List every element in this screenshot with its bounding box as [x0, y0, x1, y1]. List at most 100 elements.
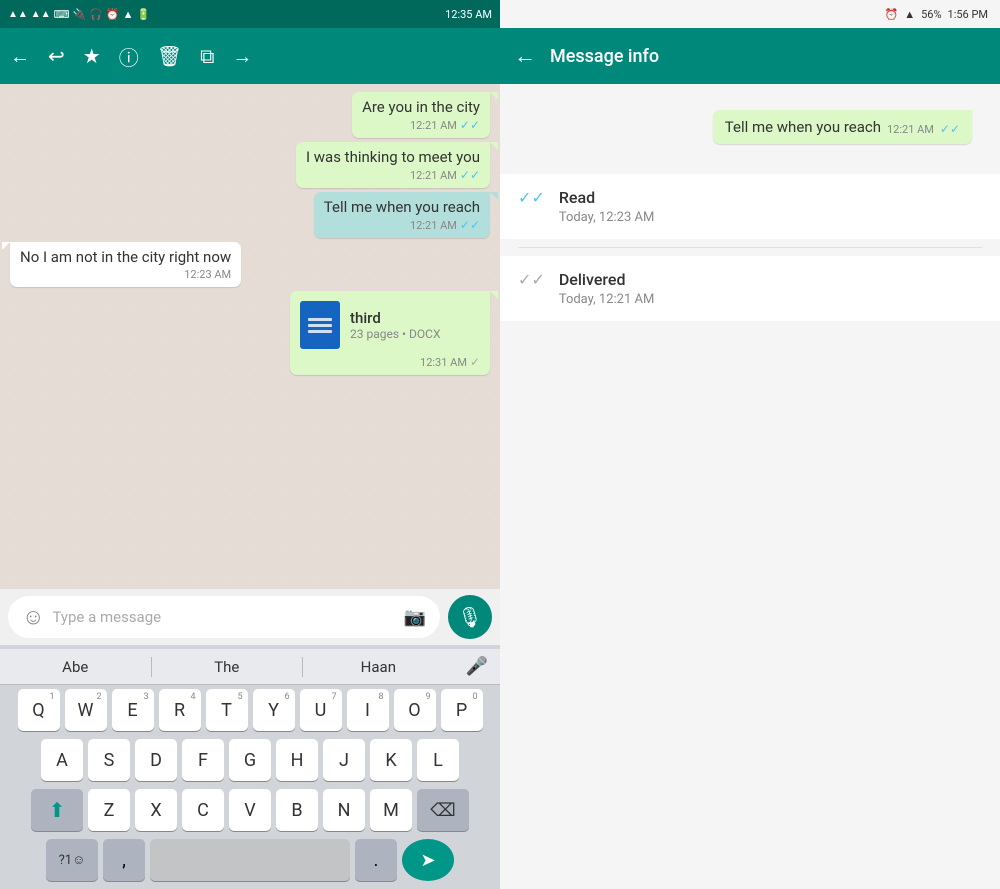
key-V[interactable]: V [229, 789, 271, 831]
key-P[interactable]: 0P [441, 689, 483, 731]
comma-key[interactable]: , [103, 839, 145, 881]
copy-button[interactable]: ⧉ [200, 44, 214, 68]
key-H[interactable]: H [276, 739, 318, 781]
status-bar-right: 12:35 AM [445, 8, 492, 21]
key-T[interactable]: 5T [206, 689, 248, 731]
message-input-field[interactable]: ☺ Type a message 📷 [8, 596, 440, 638]
keyboard-mic-icon[interactable]: 🎤 [454, 656, 500, 677]
shift-key[interactable]: ⬆ [31, 789, 83, 831]
key-num: 7 [331, 692, 336, 702]
key-O[interactable]: 9O [394, 689, 436, 731]
preview-text: Tell me when you reach [725, 118, 881, 136]
reply-button[interactable]: ↩ [48, 44, 65, 68]
tick-icon: ✓✓ [460, 168, 480, 182]
suggestion-the[interactable]: The [152, 658, 303, 676]
preview-time: 12:21 AM [887, 123, 934, 136]
message-meta: 12:21 AM ✓✓ [362, 118, 480, 132]
key-Y[interactable]: 6Y [253, 689, 295, 731]
message-meta: 12:21 AM ✓✓ [324, 218, 480, 232]
sym-key[interactable]: ?1☺ [46, 839, 98, 881]
right-time: 1:56 PM [948, 8, 988, 21]
delete-button[interactable]: 🗑 [157, 44, 182, 68]
right-wifi-icon: ▲ [904, 8, 915, 21]
key-Z[interactable]: Z [88, 789, 130, 831]
right-battery-text: 56% [921, 8, 941, 21]
doc-info: third 23 pages • DOCX [350, 309, 480, 341]
doc-icon-lines [308, 318, 332, 333]
key-E[interactable]: 3E [112, 689, 154, 731]
key-num: 6 [284, 692, 289, 702]
message-text: No I am not in the city right now [20, 248, 231, 266]
key-M[interactable]: M [370, 789, 412, 831]
message-bubble-sent-3: Tell me when you reach 12:21 AM ✓✓ [314, 192, 490, 238]
message-time: 12:31 AM [420, 356, 467, 369]
key-G[interactable]: G [229, 739, 271, 781]
chat-messages: Are you in the city 12:21 AM ✓✓ I was th… [0, 84, 500, 589]
doc-line [308, 324, 332, 327]
suggestion-haan[interactable]: Haan [303, 658, 454, 676]
forward-button[interactable]: → [232, 44, 252, 69]
delivered-sub: Today, 12:21 AM [559, 292, 655, 307]
chat-action-bar: ← ↩ ★ ⓘ 🗑 ⧉ → [0, 28, 500, 84]
key-L[interactable]: L [417, 739, 459, 781]
delete-key[interactable]: ⌫ [417, 789, 469, 831]
key-J[interactable]: J [323, 739, 365, 781]
message-info-action-bar: ← Message info [500, 28, 1000, 84]
dot-key[interactable]: . [355, 839, 397, 881]
camera-icon[interactable]: 📷 [404, 607, 426, 628]
doc-type: DOCX [409, 327, 440, 341]
key-K[interactable]: K [370, 739, 412, 781]
key-I[interactable]: 8I [347, 689, 389, 731]
back-button[interactable]: ← [10, 44, 30, 69]
key-N[interactable]: N [323, 789, 365, 831]
message-info-back-button[interactable]: ← [514, 43, 536, 69]
star-button[interactable]: ★ [83, 44, 101, 68]
key-B[interactable]: B [276, 789, 318, 831]
message-meta: 12:23 AM [20, 268, 231, 281]
key-C[interactable]: C [182, 789, 224, 831]
left-status-bar: ▲▲ ▲▲ ⌨ 🔌 🎧 ⏰ ▲ 🔋 12:35 AM [0, 0, 500, 28]
key-R[interactable]: 4R [159, 689, 201, 731]
key-A[interactable]: A [41, 739, 83, 781]
key-D[interactable]: D [135, 739, 177, 781]
suggestion-abe[interactable]: Abe [0, 658, 151, 676]
key-num: 1 [49, 692, 54, 702]
mic-icon: 🎙 [457, 605, 482, 629]
message-input-placeholder[interactable]: Type a message [52, 608, 395, 626]
delivered-tick-icon: ✓✓ [518, 270, 545, 289]
emoji-icon[interactable]: ☺ [22, 604, 44, 630]
read-info-card: ✓✓ Read Today, 12:23 AM [500, 174, 1000, 239]
message-text: I was thinking to meet you [306, 148, 480, 166]
key-Q[interactable]: 1Q [18, 689, 60, 731]
input-bar: ☺ Type a message 📷 🎙 [0, 589, 500, 645]
key-X[interactable]: X [135, 789, 177, 831]
keyboard-row-3: ⬆ Z X C V B N M ⌫ [0, 785, 500, 835]
message-time: 12:21 AM [410, 169, 457, 182]
info-button[interactable]: ⓘ [119, 42, 139, 71]
chat-panel: ▲▲ ▲▲ ⌨ 🔌 🎧 ⏰ ▲ 🔋 12:35 AM ← ↩ ★ ⓘ 🗑 ⧉ →… [0, 0, 500, 889]
send-key[interactable]: ➤ [402, 839, 454, 881]
usb-icon: 🔌 [72, 8, 86, 21]
keyboard-bottom-row: ?1☺ , . ➤ [0, 835, 500, 885]
key-num: 8 [378, 692, 383, 702]
keyboard[interactable]: Abe The Haan 🎤 1Q 2W 3E 4R 5T 6Y 7U 8I 9… [0, 645, 500, 889]
keyboard-row-2: A S D F G H J K L [0, 735, 500, 785]
key-U[interactable]: 7U [300, 689, 342, 731]
doc-line [308, 318, 332, 321]
space-key[interactable] [150, 839, 350, 881]
message-bubble-doc-5: third 23 pages • DOCX 12:31 AM ✓ [290, 291, 490, 375]
key-F[interactable]: F [182, 739, 224, 781]
mic-button[interactable]: 🎙 [448, 595, 492, 639]
message-meta: 12:31 AM ✓ [300, 355, 480, 369]
key-num: 4 [190, 692, 195, 702]
message-info-content: ✓✓ Read Today, 12:23 AM ✓✓ Delivered Tod… [500, 166, 1000, 889]
key-num: 5 [237, 692, 242, 702]
doc-bubble: third 23 pages • DOCX [300, 297, 480, 353]
doc-line [308, 330, 332, 333]
read-sub: Today, 12:23 AM [559, 210, 655, 225]
key-S[interactable]: S [88, 739, 130, 781]
key-num: 0 [472, 692, 477, 702]
key-W[interactable]: 2W [65, 689, 107, 731]
message-info-title: Message info [550, 46, 659, 67]
doc-type-separator: • [402, 327, 409, 341]
